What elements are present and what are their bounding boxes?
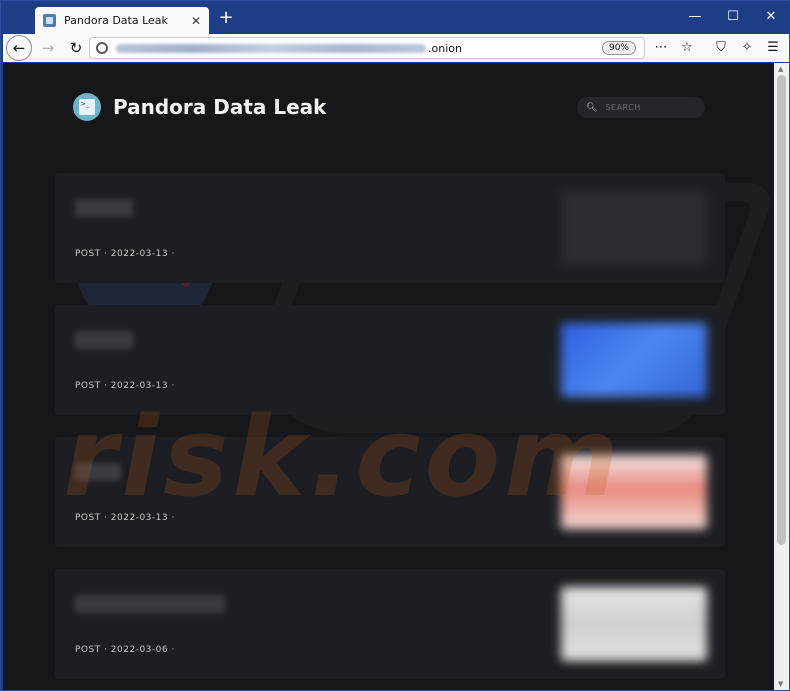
search-icon: 🔍︎ xyxy=(586,102,598,113)
reload-icon: ↻ xyxy=(69,39,83,57)
watermark-text: risk.com xyxy=(63,393,623,521)
hamburger-menu-icon[interactable]: ☰ xyxy=(763,36,783,60)
post-thumbnail[interactable] xyxy=(561,191,707,265)
search-input[interactable] xyxy=(605,103,696,112)
site-logo[interactable]: >_ xyxy=(73,93,101,121)
tab-strip: Pandora Data Leak ✕ + — ☐ ✕ xyxy=(1,1,790,34)
arrow-left-icon: ← xyxy=(12,39,26,57)
vertical-scrollbar[interactable]: ▲ ▼ xyxy=(774,63,789,690)
url-redacted xyxy=(116,43,426,53)
post-meta: POST · 2022-03-13 · xyxy=(75,249,175,259)
browser-window: Pandora Data Leak ✕ + — ☐ ✕ ← → ↻ .onion… xyxy=(0,0,790,691)
post-thumbnail[interactable] xyxy=(561,587,707,661)
minimize-button[interactable]: — xyxy=(677,5,713,29)
terminal-icon: >_ xyxy=(79,99,95,115)
bookmark-star-icon[interactable]: ☆ xyxy=(677,36,697,60)
forward-button[interactable]: → xyxy=(36,36,60,60)
shield-icon[interactable]: ⛉ xyxy=(711,36,731,60)
arrow-right-icon: → xyxy=(41,39,55,57)
post-title-redacted[interactable] xyxy=(75,595,225,613)
post-meta: POST · 2022-03-13 · xyxy=(75,381,175,391)
nav-bar: ← → ↻ .onion 90% ⋯ ☆ ⛉ ✧ ☰ xyxy=(3,34,789,62)
back-button[interactable]: ← xyxy=(6,35,32,61)
site-title[interactable]: Pandora Data Leak xyxy=(113,95,326,119)
magic-wand-icon[interactable]: ✧ xyxy=(737,36,757,60)
scroll-down-icon[interactable]: ▼ xyxy=(778,680,783,688)
toolbar-right: ⋯ ☆ ⛉ ✧ ☰ xyxy=(651,36,783,60)
site-info-icon[interactable] xyxy=(96,42,108,54)
post-card[interactable]: POST · 2022-03-13 · xyxy=(55,173,725,283)
url-bar[interactable]: .onion 90% xyxy=(89,37,645,59)
scroll-up-icon[interactable]: ▲ xyxy=(778,65,783,73)
tab-title: Pandora Data Leak xyxy=(64,14,168,27)
site-favicon-icon xyxy=(43,14,56,27)
post-thumbnail[interactable] xyxy=(561,323,707,397)
overflow-menu-icon[interactable]: ⋯ xyxy=(651,36,671,60)
post-title-redacted[interactable] xyxy=(75,331,133,349)
page-viewport: >_ Pandora Data Leak 🔍︎ POST · 2022-03-1… xyxy=(3,63,774,690)
post-title-redacted[interactable] xyxy=(75,199,133,217)
post-meta: POST · 2022-03-06 · xyxy=(75,645,175,655)
close-window-button[interactable]: ✕ xyxy=(753,5,789,29)
maximize-button[interactable]: ☐ xyxy=(715,5,751,29)
reload-button[interactable]: ↻ xyxy=(64,36,88,60)
zoom-level-badge[interactable]: 90% xyxy=(601,41,636,55)
scrollbar-thumb[interactable] xyxy=(777,75,786,545)
search-box[interactable]: 🔍︎ xyxy=(577,97,705,118)
tab-close-icon[interactable]: ✕ xyxy=(191,14,201,28)
new-tab-button[interactable]: + xyxy=(215,7,237,29)
url-tld: .onion xyxy=(428,41,462,55)
tab-pandora[interactable]: Pandora Data Leak ✕ xyxy=(35,7,209,34)
post-card[interactable]: POST · 2022-03-06 · xyxy=(55,569,725,679)
